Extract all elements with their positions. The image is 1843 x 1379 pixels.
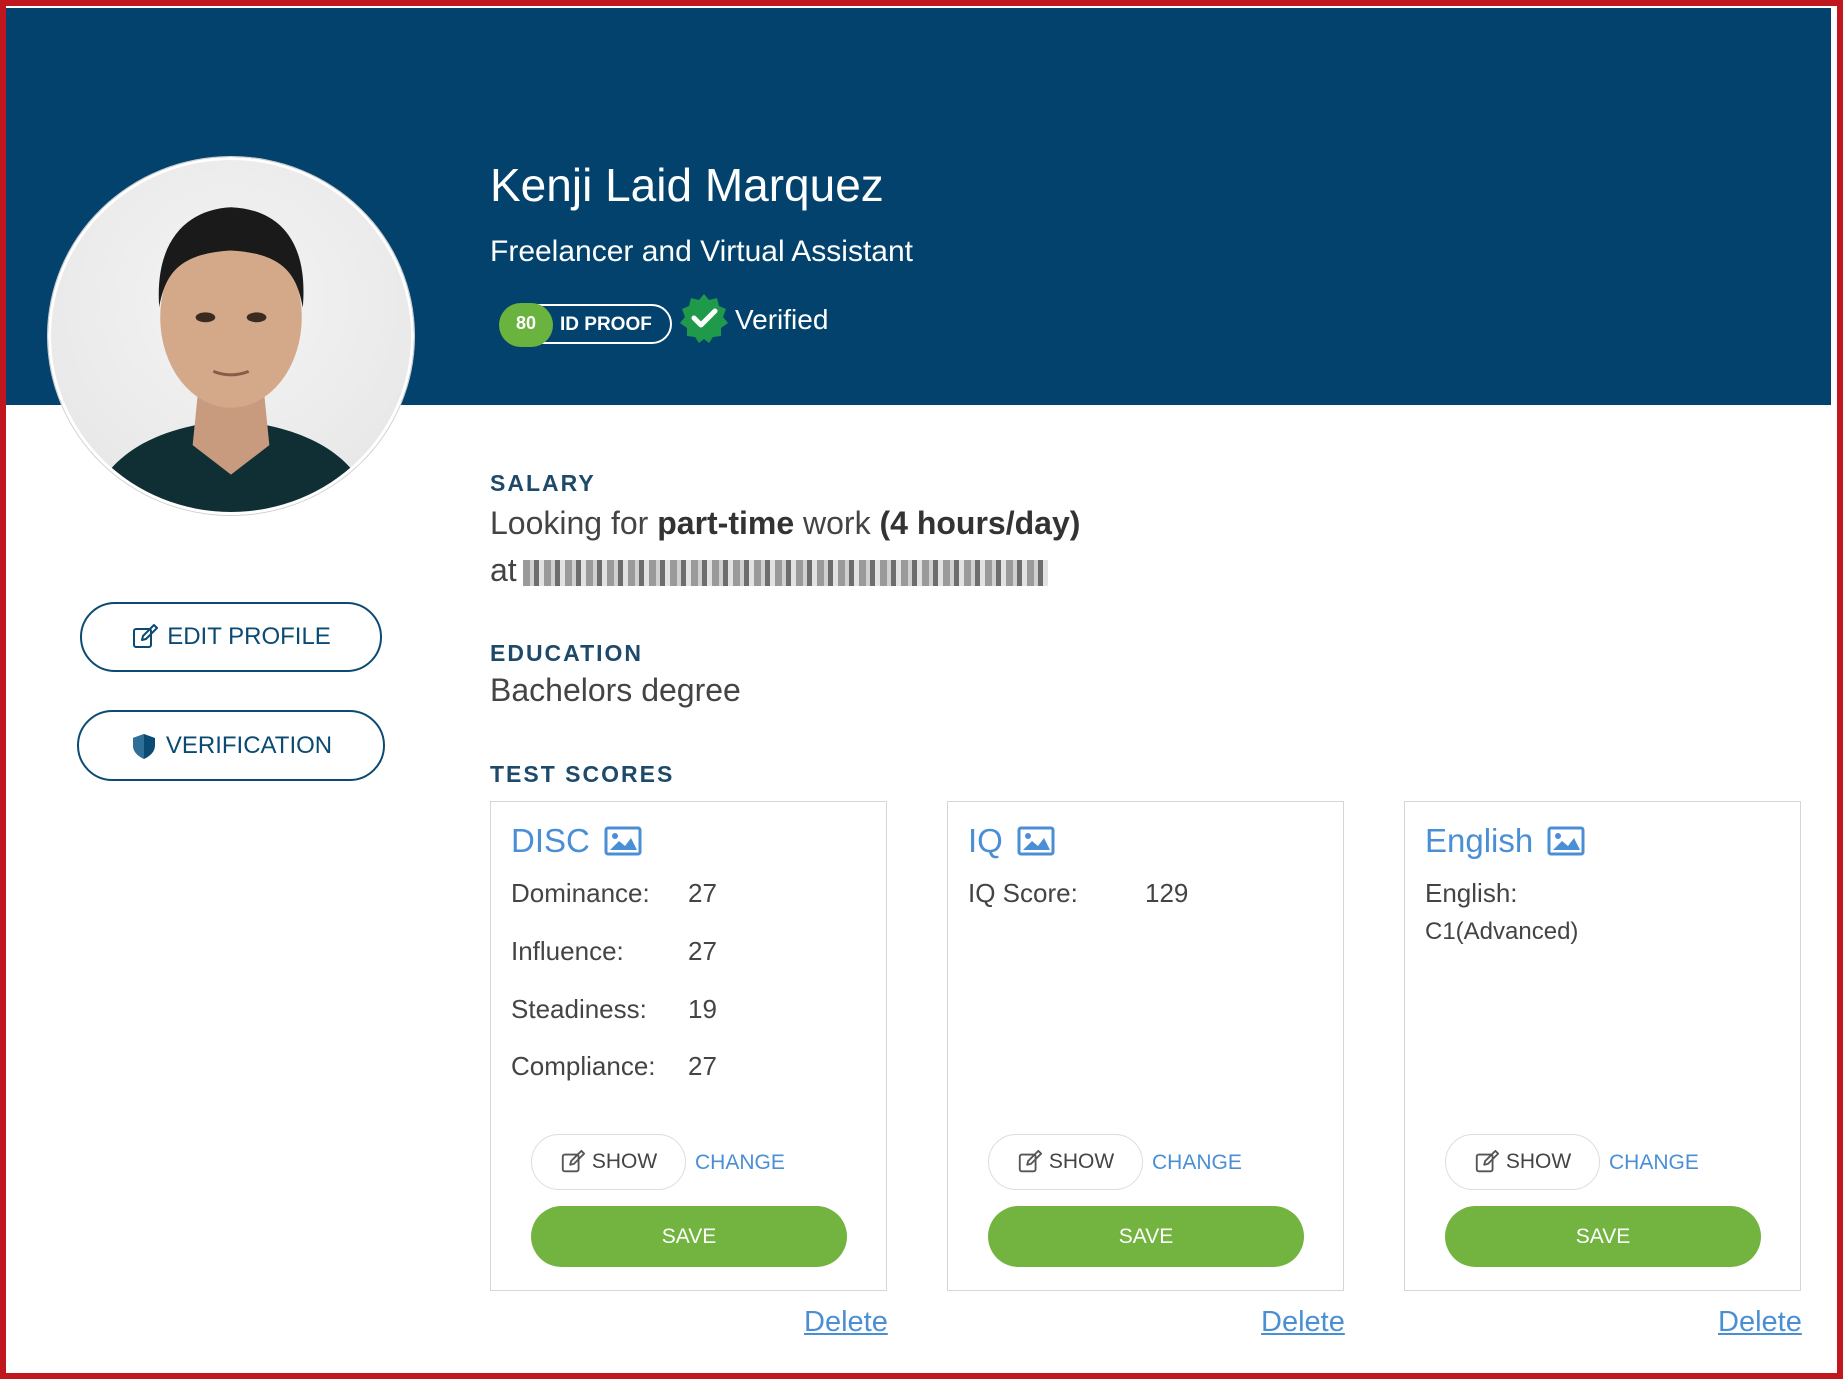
card-title[interactable]: English <box>1425 822 1585 860</box>
salary-rate: at <box>490 552 1048 589</box>
show-label: SHOW <box>1505 1150 1572 1173</box>
change-link[interactable]: CHANGE <box>695 1151 785 1175</box>
score-label: Influence: <box>511 936 624 966</box>
score-row: IQ Score: 129 <box>968 878 1188 909</box>
id-proof-label: ID PROOF <box>560 314 652 335</box>
image-icon[interactable] <box>1547 826 1585 856</box>
redacted-rate <box>522 559 1048 586</box>
salary-at: at <box>490 552 517 588</box>
edit-icon <box>1018 1149 1042 1173</box>
score-value: 27 <box>688 1051 717 1081</box>
card-title-text: DISC <box>511 822 590 859</box>
score-label: Dominance: <box>511 878 650 908</box>
card-title[interactable]: DISC <box>511 822 642 860</box>
delete-link-disc[interactable]: Delete <box>804 1306 888 1339</box>
edit-icon <box>133 624 159 648</box>
score-value: 19 <box>688 994 717 1024</box>
score-row: Influence: 27 <box>511 936 717 967</box>
verified-label: Verified <box>735 304 829 335</box>
education-heading: EDUCATION <box>490 640 644 666</box>
score-label: Steadiness: <box>511 994 647 1024</box>
verification-label: VERIFICATION <box>165 731 333 759</box>
edit-icon <box>561 1149 585 1173</box>
change-link[interactable]: CHANGE <box>1152 1151 1242 1175</box>
salary-middle: work <box>794 505 880 541</box>
card-title-text: English <box>1425 822 1534 859</box>
education-value: Bachelors degree <box>490 672 741 708</box>
show-label: SHOW <box>1048 1150 1115 1173</box>
edit-profile-button[interactable]: EDIT PROFILE <box>80 602 382 672</box>
image-icon[interactable] <box>1017 826 1055 856</box>
show-label: SHOW <box>591 1150 658 1173</box>
id-proof-badge: 80 ID PROOF <box>499 303 672 347</box>
profile-name: Kenji Laid Marquez <box>490 159 884 211</box>
card-title-text: IQ <box>968 822 1003 859</box>
score-value: 27 <box>688 936 717 966</box>
save-button[interactable]: SAVE <box>988 1206 1304 1267</box>
verified-badge-icon <box>680 294 728 343</box>
test-card-english: English English: C1(Advanced) SHOW CHANG… <box>1404 801 1801 1291</box>
test-card-disc: DISC Dominance: 27 Influence: 27 Steadines… <box>490 801 887 1291</box>
show-button[interactable]: SHOW <box>1445 1134 1600 1190</box>
score-value: 129 <box>1145 878 1189 908</box>
test-scores-heading: TEST SCORES <box>490 761 675 787</box>
score-label-english: English: <box>1425 878 1518 908</box>
salary-prefix: Looking for <box>490 505 658 541</box>
save-button[interactable]: SAVE <box>531 1206 847 1267</box>
shield-icon <box>132 733 155 759</box>
card-title[interactable]: IQ <box>968 822 1055 860</box>
score-value-english: C1(Advanced) <box>1425 918 1579 945</box>
delete-link-iq[interactable]: Delete <box>1261 1306 1345 1339</box>
edit-icon <box>1475 1149 1499 1173</box>
change-link[interactable]: CHANGE <box>1609 1151 1699 1175</box>
edit-profile-label: EDIT PROFILE <box>167 623 331 650</box>
delete-link-english[interactable]: Delete <box>1718 1306 1802 1339</box>
salary-description: Looking for part-time work (4 hours/day) <box>490 505 1080 542</box>
score-row: Compliance: 27 <box>511 1051 717 1082</box>
salary-hours: (4 hours/day) <box>879 505 1081 541</box>
avatar <box>48 157 414 515</box>
score-row: Dominance: 27 <box>511 878 717 909</box>
salary-work-type: part-time <box>657 505 795 541</box>
profile-headline: Freelancer and Virtual Assistant <box>490 235 914 268</box>
id-proof-score: 80 <box>499 303 553 347</box>
score-row: Steadiness: 19 <box>511 994 717 1025</box>
score-label: Compliance: <box>511 1051 656 1081</box>
show-button[interactable]: SHOW <box>531 1134 686 1190</box>
verification-button[interactable]: VERIFICATION <box>77 710 385 781</box>
salary-heading: SALARY <box>490 470 596 496</box>
test-card-iq: IQ IQ Score: 129 SHOW CHANGE SAVE <box>947 801 1344 1291</box>
image-icon[interactable] <box>604 826 642 856</box>
avatar-photo <box>90 207 372 512</box>
score-label: IQ Score: <box>968 878 1078 908</box>
show-button[interactable]: SHOW <box>988 1134 1143 1190</box>
score-value: 27 <box>688 878 717 908</box>
save-button[interactable]: SAVE <box>1445 1206 1761 1267</box>
